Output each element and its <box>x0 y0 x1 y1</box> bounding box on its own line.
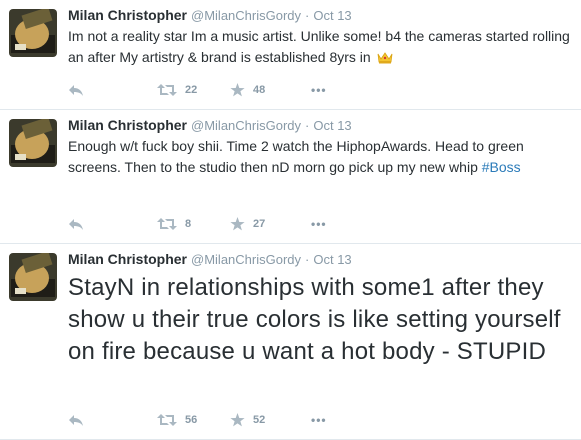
hashtag-link[interactable]: #Boss <box>482 159 521 175</box>
tweet[interactable]: Milan Christopher @MilanChrisGordy · Oct 13… <box>0 0 581 110</box>
avatar[interactable] <box>9 9 57 57</box>
username[interactable]: @MilanChrisGordy <box>191 252 301 267</box>
reply-button[interactable] <box>68 217 157 231</box>
fullname[interactable]: Milan Christopher <box>68 251 187 267</box>
more-icon: ••• <box>311 83 327 97</box>
favorite-button[interactable]: 27 <box>230 217 311 231</box>
timestamp[interactable]: Oct 13 <box>313 8 351 23</box>
tweet-text-body: Im not a reality star Im a music artist.… <box>68 28 570 65</box>
separator: · <box>305 252 310 267</box>
reply-button[interactable] <box>68 413 157 427</box>
tweet-header: Milan Christopher @MilanChrisGordy · Oct 13 <box>68 115 575 135</box>
crown-emoji-icon <box>377 49 393 70</box>
star-icon <box>230 413 245 427</box>
timeline: Milan Christopher @MilanChrisGordy · Oct 13… <box>0 0 581 440</box>
reply-icon <box>68 83 84 97</box>
favorite-count: 52 <box>253 414 266 426</box>
more-options-button[interactable]: ••• <box>311 217 327 231</box>
tweet-text: Enough w/t fuck boy shii. Time 2 watch t… <box>68 136 575 178</box>
username[interactable]: @MilanChrisGordy <box>191 8 301 23</box>
retweet-button[interactable]: 22 <box>157 83 230 97</box>
retweet-button[interactable]: 56 <box>157 413 230 427</box>
favorite-count: 27 <box>253 218 266 230</box>
retweet-icon <box>157 83 177 97</box>
more-icon: ••• <box>311 217 327 231</box>
fullname[interactable]: Milan Christopher <box>68 7 187 23</box>
more-icon: ••• <box>311 413 327 427</box>
tweet-header: Milan Christopher @MilanChrisGordy · Oct 13 <box>68 5 575 25</box>
tweet-actions: 56 52 ••• <box>68 410 327 430</box>
favorite-button[interactable]: 52 <box>230 413 311 427</box>
separator: · <box>305 118 310 133</box>
tweet-text: Im not a reality star Im a music artist.… <box>68 26 575 70</box>
star-icon <box>230 217 245 231</box>
retweet-count: 56 <box>185 414 198 426</box>
timestamp[interactable]: Oct 13 <box>313 252 351 267</box>
tweet-actions: 22 48 ••• <box>68 80 327 100</box>
more-options-button[interactable]: ••• <box>311 83 327 97</box>
reply-button[interactable] <box>68 83 157 97</box>
favorite-button[interactable]: 48 <box>230 83 311 97</box>
avatar[interactable] <box>9 253 57 301</box>
fullname[interactable]: Milan Christopher <box>68 117 187 133</box>
retweet-count: 8 <box>185 218 192 230</box>
favorite-count: 48 <box>253 84 266 96</box>
star-icon <box>230 83 245 97</box>
retweet-button[interactable]: 8 <box>157 217 230 231</box>
timestamp[interactable]: Oct 13 <box>313 118 351 133</box>
tweet-actions: 8 27 ••• <box>68 214 327 234</box>
more-options-button[interactable]: ••• <box>311 413 327 427</box>
reply-icon <box>68 217 84 231</box>
retweet-icon <box>157 217 177 231</box>
tweet[interactable]: Milan Christopher @MilanChrisGordy · Oct 13… <box>0 110 581 244</box>
username[interactable]: @MilanChrisGordy <box>191 118 301 133</box>
retweet-count: 22 <box>185 84 198 96</box>
avatar[interactable] <box>9 119 57 167</box>
separator: · <box>305 8 310 23</box>
retweet-icon <box>157 413 177 427</box>
reply-icon <box>68 413 84 427</box>
tweet-text: StayN in relationships with some1 after … <box>68 274 561 365</box>
tweet-text-body: Enough w/t fuck boy shii. Time 2 watch t… <box>68 138 524 175</box>
tweet-header: Milan Christopher @MilanChrisGordy · Oct 13 <box>68 249 575 269</box>
tweet[interactable]: Milan Christopher @MilanChrisGordy · Oct 13… <box>0 244 581 440</box>
